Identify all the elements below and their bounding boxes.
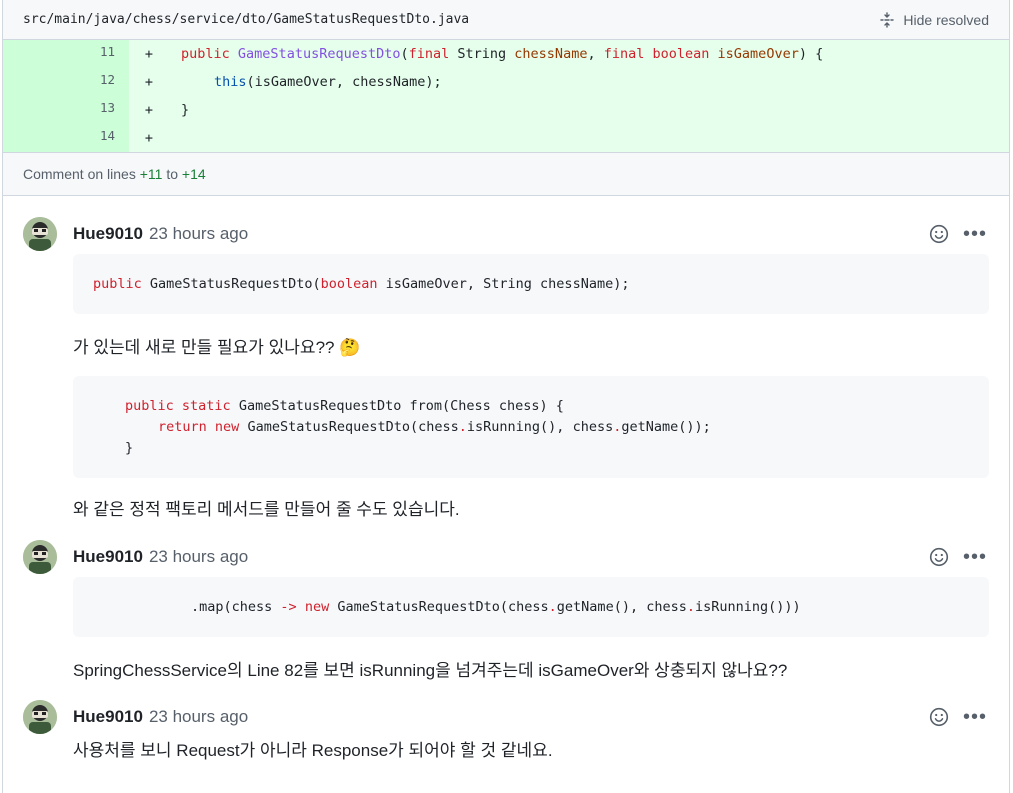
comment-range-label: Comment on lines +11 to +14 — [3, 152, 1009, 196]
diff-line: 12 + this(isGameOver, chessName); — [3, 68, 1009, 96]
comment-text: 사용처를 보니 Request가 아니라 Response가 되어야 할 것 같… — [73, 741, 553, 760]
author-link[interactable]: Hue9010 — [73, 224, 143, 244]
fold-icon — [880, 11, 895, 28]
thinking-emoji: 🤔 — [339, 338, 361, 357]
avatar[interactable] — [23, 540, 57, 574]
diff-line: 14 + — [3, 124, 1009, 152]
kebab-icon[interactable]: ••• — [963, 224, 987, 244]
author-link[interactable]: Hue9010 — [73, 707, 143, 727]
hide-resolved-button[interactable]: Hide resolved — [879, 12, 989, 28]
comment-actions: ••• — [929, 707, 987, 727]
kebab-icon[interactable]: ••• — [963, 547, 987, 567]
smiley-icon[interactable] — [929, 224, 949, 244]
diff-code: this(isGameOver, chessName); — [214, 74, 442, 90]
line-number[interactable]: 14 — [3, 124, 129, 152]
diff-line: 11 + public GameStatusRequestDto(final S… — [3, 40, 1009, 68]
review-comment: Hue9010 23 hours ago ••• public GameStat… — [3, 214, 1009, 522]
comment-actions: ••• — [929, 547, 987, 567]
kebab-icon[interactable]: ••• — [963, 707, 987, 727]
line-number[interactable]: 13 — [3, 96, 129, 124]
diff-code: } — [181, 102, 190, 118]
review-thread: src/main/java/chess/service/dto/GameStat… — [2, 0, 1010, 793]
comment-actions: ••• — [929, 224, 987, 244]
comment-header: Hue9010 23 hours ago — [73, 697, 989, 737]
comment-text: 가 있는데 새로 만들 필요가 있나요?? 🤔 — [73, 338, 361, 357]
author-link[interactable]: Hue9010 — [73, 547, 143, 567]
avatar[interactable] — [23, 217, 57, 251]
diff-sign: + — [144, 46, 154, 62]
diff-sign: + — [144, 102, 154, 118]
comment-text: 와 같은 정적 팩토리 메서드를 만들어 줄 수도 있습니다. — [73, 500, 460, 519]
timestamp[interactable]: 23 hours ago — [149, 224, 248, 244]
comment-header: Hue9010 23 hours ago — [73, 537, 989, 577]
code-block: .map(chess -> new GameStatusRequestDto(c… — [73, 577, 989, 637]
comment-header: Hue9010 23 hours ago — [73, 214, 989, 254]
diff-sign: + — [144, 74, 154, 90]
smiley-icon[interactable] — [929, 707, 949, 727]
file-header: src/main/java/chess/service/dto/GameStat… — [3, 0, 1009, 40]
code-block: public GameStatusRequestDto(boolean isGa… — [73, 254, 989, 314]
diff-hunk: 11 + public GameStatusRequestDto(final S… — [3, 40, 1009, 152]
diff-sign: + — [144, 130, 154, 146]
line-number[interactable]: 11 — [3, 40, 129, 68]
comment-text: SpringChessService의 Line 82를 보면 isRunnin… — [73, 661, 788, 680]
code-block: public static GameStatusRequestDto from(… — [73, 376, 989, 478]
review-comment: Hue9010 23 hours ago ••• .map(chess -> n… — [3, 537, 1009, 683]
diff-code: public GameStatusRequestDto(final String… — [181, 46, 824, 62]
timestamp[interactable]: 23 hours ago — [149, 707, 248, 727]
hide-resolved-label: Hide resolved — [903, 11, 989, 28]
review-comment: Hue9010 23 hours ago ••• 사용처를 보니 Request… — [3, 697, 1009, 763]
diff-line: 13 + } — [3, 96, 1009, 124]
avatar[interactable] — [23, 700, 57, 734]
timestamp[interactable]: 23 hours ago — [149, 547, 248, 567]
line-number[interactable]: 12 — [3, 68, 129, 96]
smiley-icon[interactable] — [929, 547, 949, 567]
file-path[interactable]: src/main/java/chess/service/dto/GameStat… — [23, 12, 469, 27]
